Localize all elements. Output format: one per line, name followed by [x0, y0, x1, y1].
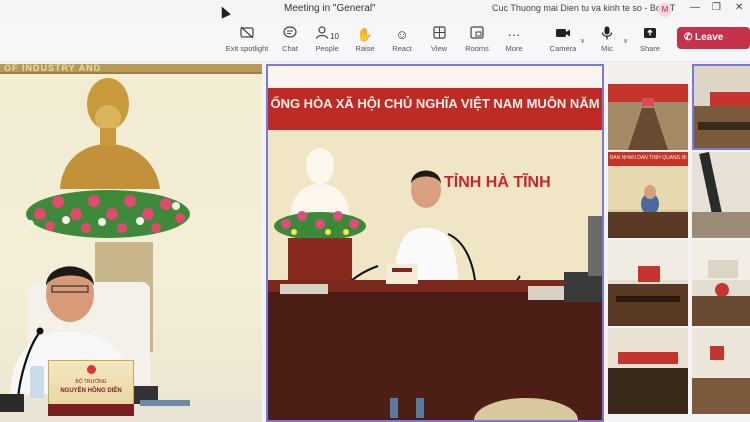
more-icon: ··· [507, 27, 521, 42]
title-bar: Meeting in "General" Cuc Thuong mai Dien… [0, 0, 750, 20]
video-tile-6[interactable] [608, 240, 688, 326]
tile-scene-6 [608, 240, 688, 326]
tile-scene-5 [692, 152, 750, 238]
minister-nameplate: BỘ TRƯỞNG NGUYỄN HỒNG DIÊN [48, 360, 134, 410]
window-title: Meeting in "General" [284, 3, 376, 14]
meeting-toolbar: Exit spotlight Chat 10 People ✋ Raise ☺ … [0, 20, 750, 62]
nameplate-name: NGUYỄN HỒNG DIÊN [60, 388, 122, 394]
nameplate-title: BỘ TRƯỞNG [75, 379, 107, 385]
spotlight-banner-text: ỐNG HÒA XÃ HỘI CHỦ NGHĨA VIỆT NAM MUÔN N… [270, 96, 600, 111]
close-icon[interactable]: ✕ [735, 2, 743, 13]
video-tile-2[interactable] [608, 64, 688, 150]
video-tile-3[interactable] [692, 64, 750, 150]
mouse-cursor [217, 4, 231, 19]
exit-spotlight-icon [225, 26, 269, 43]
tile-scene-8 [608, 328, 688, 414]
restore-icon[interactable]: ❐ [712, 2, 721, 13]
banner-partial-text: OF INDUSTRY AND [4, 64, 102, 73]
exit-spotlight-button[interactable]: Exit spotlight [225, 26, 269, 53]
more-label: More [505, 44, 523, 53]
spotlight-location-text: TỈNH HÀ TĨNH [444, 174, 551, 191]
tile-scene-2 [608, 64, 688, 150]
video-tile-7[interactable] [692, 240, 750, 326]
more-button[interactable]: ··· More [492, 26, 536, 53]
mic-options-chevron-icon[interactable]: ∨ [623, 37, 628, 45]
share-button[interactable]: Share [628, 26, 672, 53]
video-tile-minister[interactable]: OF INDUSTRY AND BỘ TRƯỞNG NGUYỄN HỒNG DI… [0, 64, 262, 422]
camera-icon [541, 26, 585, 43]
video-tile-4[interactable]: BAN NHÂN DÂN TỈNH QUẢNG BÌ [608, 152, 688, 238]
tile-banner-text: BAN NHÂN DÂN TỈNH QUẢNG BÌ [610, 155, 687, 161]
avatar[interactable]: M [658, 3, 672, 17]
video-tile-5[interactable] [692, 152, 750, 238]
phone-icon: ✆ [684, 32, 693, 43]
share-icon [628, 26, 672, 43]
mic-label: Mic [601, 44, 613, 53]
tile-scene-9 [692, 328, 750, 414]
people-count: 10 [330, 32, 339, 41]
leave-label: Leave [695, 32, 724, 43]
exit-spotlight-label: Exit spotlight [225, 44, 269, 53]
minimize-icon[interactable]: — [690, 2, 700, 13]
camera-button[interactable]: Camera [541, 26, 585, 53]
nameplate-base [48, 404, 134, 416]
meeting-name: Cuc Thuong mai Dien tu va kinh te so - B… [492, 3, 676, 13]
video-tile-8[interactable] [608, 328, 688, 414]
share-label: Share [639, 44, 660, 53]
tile-scene-4 [608, 152, 688, 238]
tile-scene-7 [692, 240, 750, 326]
emblem-icon [86, 365, 96, 374]
camera-label: Camera [549, 44, 577, 53]
spotlight-scene [268, 66, 602, 420]
video-tile-spotlight[interactable]: ỐNG HÒA XÃ HỘI CHỦ NGHĨA VIỆT NAM MUÔN N… [266, 64, 604, 422]
camera-options-chevron-icon[interactable]: ∨ [580, 37, 585, 45]
leave-button[interactable]: ✆ Leave [677, 27, 750, 49]
tile-scene-3 [694, 66, 750, 148]
video-tile-9[interactable] [692, 328, 750, 414]
